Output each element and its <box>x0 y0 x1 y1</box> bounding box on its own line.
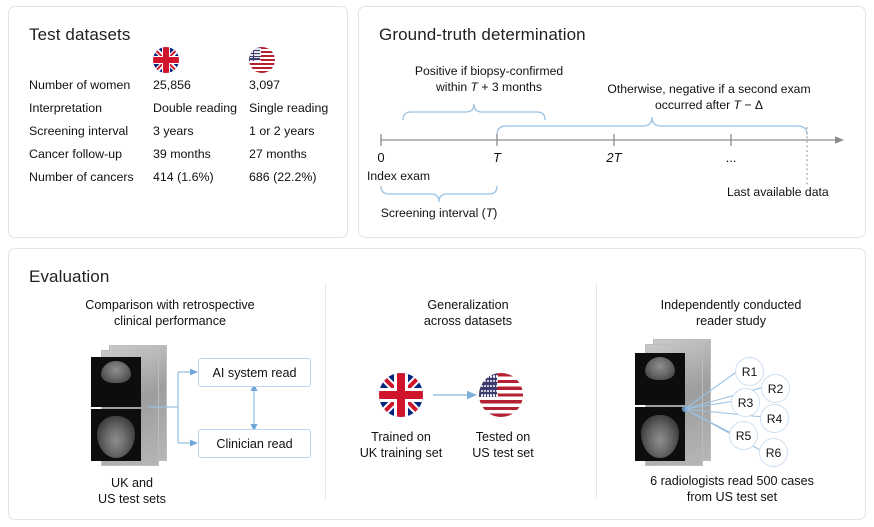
row-value-us: 686 (22.2%) <box>249 169 317 184</box>
table-header-us <box>249 47 337 73</box>
panel-ground-truth: Ground-truth determination Positive if b… <box>358 6 866 238</box>
table-row: Number of cancers 414 (1.6%) 686 (22.2%) <box>29 165 337 188</box>
reader-circle-r3[interactable]: R3 <box>731 388 760 417</box>
si-pre: Screening interval ( <box>380 206 486 220</box>
reader-rays-origin <box>681 405 689 413</box>
si-post: ) <box>493 206 498 220</box>
ground-truth-timeline-diagram: Positive if biopsy-confirmed within T + … <box>359 7 867 239</box>
row-value-us: Single reading <box>249 100 329 115</box>
positive-window-brace <box>402 103 546 121</box>
table-row: Interpretation Double reading Single rea… <box>29 96 337 119</box>
panel-evaluation: Evaluation Comparison with retrospective… <box>8 248 866 520</box>
timeline-axis-arrowhead <box>835 136 844 144</box>
eval-col3-caption: 6 radiologists read 500 cases from US te… <box>607 473 857 505</box>
row-label: Screening interval <box>29 123 129 138</box>
screening-interval-brace <box>380 185 498 203</box>
test-datasets-table: Number of women 25,856 3,097 Interpretat… <box>29 47 337 188</box>
row-value-uk: 414 (1.6%) <box>153 169 214 184</box>
page-title-test-datasets: Test datasets <box>29 25 131 44</box>
table-row: Cancer follow-up 39 months 27 months <box>29 142 337 165</box>
screening-interval-label: Screening interval (T) <box>369 206 509 220</box>
row-label: Interpretation <box>29 100 103 115</box>
row-value-us: 3,097 <box>249 77 281 92</box>
reader-circle-r2[interactable]: R2 <box>761 374 790 403</box>
row-value-uk: 39 months <box>153 146 211 161</box>
table-row: Number of women 25,856 3,097 <box>29 73 337 96</box>
table-header-uk <box>153 47 249 73</box>
table-header-blank <box>29 47 153 73</box>
axis-tick-label-T: T <box>493 150 501 165</box>
row-value-uk: 25,856 <box>153 77 191 92</box>
row-label: Cancer follow-up <box>29 146 122 161</box>
us-flag-canton <box>249 47 261 62</box>
axis-tick-label-ellipsis: ... <box>725 150 737 165</box>
uk-flag-icon <box>153 47 179 73</box>
timeline-svg <box>380 103 844 203</box>
table-row: Screening interval 3 years 1 or 2 years <box>29 119 337 142</box>
table-header-row <box>29 47 337 73</box>
row-value-us: 1 or 2 years <box>249 123 315 138</box>
axis-tick-label-2T: 2T <box>606 150 622 165</box>
row-value-us: 27 months <box>249 146 307 161</box>
row-value-uk: 3 years <box>153 123 194 138</box>
row-label: Number of women <box>29 77 131 92</box>
last-available-data-label: Last available data <box>727 185 829 199</box>
negative-window-brace <box>496 116 808 136</box>
reader-circle-r4[interactable]: R4 <box>760 404 789 433</box>
eval-col3-caption-line2: from US test set <box>686 490 778 504</box>
panel-test-datasets: Test datasets Number of women 25,856 3,0… <box>8 6 348 238</box>
eval-col3-caption-line1: 6 radiologists read 500 cases <box>650 474 814 488</box>
us-flag-icon <box>249 47 275 73</box>
axis-tick-label-0: 0 <box>377 150 385 165</box>
row-value-uk: Double reading <box>153 100 238 115</box>
reader-circle-r6[interactable]: R6 <box>759 438 788 467</box>
row-label: Number of cancers <box>29 169 134 184</box>
index-exam-label: Index exam <box>367 169 431 183</box>
reader-circle-r1[interactable]: R1 <box>735 357 764 386</box>
reader-circle-r5[interactable]: R5 <box>729 421 758 450</box>
